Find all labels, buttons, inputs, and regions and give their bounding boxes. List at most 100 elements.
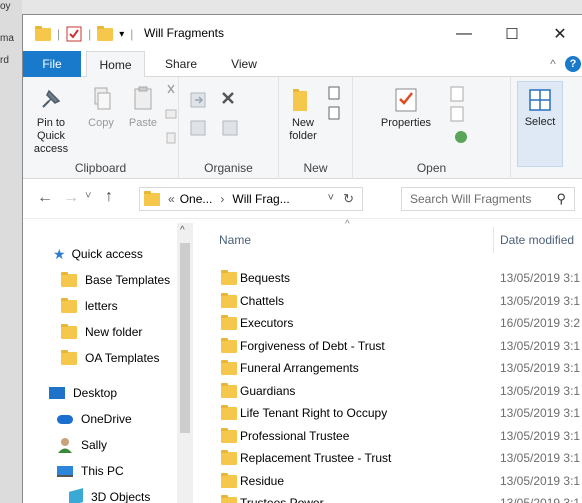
breadcrumb-onedrive[interactable]: One... bbox=[180, 192, 213, 206]
select-button[interactable]: Select bbox=[517, 81, 563, 167]
minimize-button[interactable]: — bbox=[441, 20, 487, 48]
nav-user[interactable]: Sally bbox=[57, 433, 107, 457]
folder-icon bbox=[221, 315, 237, 330]
table-row[interactable]: Life Tenant Right to Occupy 13/05/2019 3:… bbox=[195, 402, 582, 424]
recent-locations-button[interactable]: ˅ bbox=[85, 190, 91, 202]
date-modified: 16/05/2019 3:2 bbox=[500, 316, 581, 330]
nav-item-new-folder[interactable]: New folder bbox=[61, 320, 142, 344]
address-dropdown-icon[interactable]: ˅ bbox=[328, 192, 334, 204]
address-box[interactable]: « One... › Will Frag... ˅ ↻ bbox=[139, 187, 363, 211]
qat-separator: | bbox=[88, 27, 92, 41]
qat-dropdown-icon[interactable]: ▾ bbox=[119, 29, 124, 40]
breadcrumb-will-fragments[interactable]: Will Frag... bbox=[232, 192, 289, 206]
folder-icon bbox=[221, 360, 237, 375]
file-name: Chattels bbox=[240, 293, 285, 308]
up-button[interactable]: ↑ bbox=[105, 188, 113, 206]
folder-icon bbox=[221, 337, 237, 353]
onedrive-cloud-icon bbox=[57, 414, 73, 424]
folder-icon bbox=[221, 495, 237, 503]
ribbon: Pin to Quick access Copy Paste Clipboard… bbox=[23, 77, 582, 179]
new-folder-button[interactable]: New folder bbox=[283, 85, 323, 143]
nav-this-pc[interactable]: This PC bbox=[57, 459, 124, 483]
file-name: Executors bbox=[240, 316, 294, 330]
file-name: Guardians bbox=[240, 383, 296, 398]
scrollbar-thumb[interactable] bbox=[180, 243, 190, 433]
back-button[interactable]: ← bbox=[37, 189, 53, 207]
date-modified: 13/05/2019 3:1 bbox=[500, 451, 581, 465]
date-modified: 13/05/2019 3:1 bbox=[500, 406, 581, 420]
folder-icon bbox=[35, 25, 51, 41]
table-row[interactable]: Trustees Power 13/05/2019 3:1 bbox=[195, 492, 582, 503]
3d-objects-icon bbox=[69, 488, 83, 503]
table-row[interactable]: Bequests 13/05/2019 3:1 bbox=[195, 267, 582, 289]
file-name: Residue bbox=[240, 473, 285, 488]
table-row[interactable]: Guardians 13/05/2019 3:1 bbox=[195, 380, 582, 402]
date-modified: 13/05/2019 3:1 bbox=[500, 383, 581, 398]
new-folder-qat-icon[interactable] bbox=[97, 25, 114, 41]
tab-share[interactable]: Share bbox=[151, 51, 211, 77]
cut-copypath-paste-shortcut-icons[interactable] bbox=[165, 83, 177, 153]
nav-item-oa-templates[interactable]: OA Templates bbox=[61, 346, 159, 370]
file-list: ^ Name Date modified Bequests 13/05/2019 … bbox=[195, 219, 582, 503]
table-row[interactable]: Funeral Arrangements 13/05/2019 3:1 bbox=[195, 357, 582, 379]
scroll-up-icon[interactable]: ^ bbox=[180, 225, 185, 236]
folder-icon bbox=[221, 270, 237, 285]
date-modified: 13/05/2019 3:1 bbox=[500, 473, 581, 488]
refresh-icon[interactable]: ↻ bbox=[343, 191, 354, 207]
file-name: Professional Trustee bbox=[240, 428, 350, 443]
folder-icon bbox=[61, 271, 77, 287]
paste-button[interactable]: Paste bbox=[123, 85, 163, 130]
new-group-label: New bbox=[303, 161, 328, 175]
clipboard-group: Pin to Quick access Copy Paste Clipboard bbox=[23, 77, 179, 179]
sort-ascending-icon: ^ bbox=[345, 219, 350, 230]
maximize-button[interactable]: ☐ bbox=[489, 20, 535, 48]
navigation-pane: ★ Quick access Base Templates letters Ne… bbox=[23, 219, 193, 503]
forward-button[interactable]: → bbox=[63, 189, 79, 207]
table-row[interactable]: Executors 16/05/2019 3:2 bbox=[195, 312, 582, 334]
folder-icon bbox=[61, 323, 77, 339]
tab-file[interactable]: File bbox=[23, 51, 81, 77]
folder-icon bbox=[144, 190, 160, 206]
table-row[interactable]: Professional Trustee 13/05/2019 3:1 bbox=[195, 425, 582, 447]
help-icon[interactable]: ? bbox=[565, 56, 581, 72]
window-title: Will Fragments bbox=[144, 26, 225, 40]
nav-item-letters[interactable]: letters bbox=[61, 294, 118, 318]
nav-desktop[interactable]: Desktop bbox=[49, 381, 117, 405]
table-row[interactable]: Replacement Trustee - Trust 13/05/2019 3:… bbox=[195, 447, 582, 469]
tab-home[interactable]: Home bbox=[86, 51, 145, 78]
table-row[interactable]: Forgiveness of Debt - Trust 13/05/2019 3:… bbox=[195, 335, 582, 357]
organise-icons[interactable] bbox=[189, 89, 269, 145]
nav-quick-access[interactable]: ★ Quick access bbox=[53, 242, 143, 266]
background-text: ma bbox=[0, 33, 14, 44]
background-window-left bbox=[0, 0, 22, 503]
nav-onedrive[interactable]: OneDrive bbox=[57, 407, 132, 431]
open-edit-history-icons[interactable] bbox=[445, 85, 471, 155]
breadcrumb-overflow[interactable]: « bbox=[168, 192, 175, 206]
background-text: oy bbox=[0, 1, 11, 12]
nav-3d-objects[interactable]: 3D Objects bbox=[69, 485, 150, 503]
new-group: New folder New bbox=[279, 77, 353, 179]
copy-icon bbox=[94, 87, 111, 110]
title-bar: | | ▾ | Will Fragments — ☐ ✕ bbox=[23, 15, 582, 51]
properties-check-icon[interactable] bbox=[66, 26, 82, 42]
date-modified: 13/05/2019 3:1 bbox=[500, 338, 581, 353]
copy-button[interactable]: Copy bbox=[81, 85, 121, 130]
file-name: Bequests bbox=[240, 271, 291, 285]
navigation-scrollbar[interactable]: ^ bbox=[177, 223, 193, 503]
search-input[interactable]: Search Will Fragments ⚲ bbox=[401, 187, 575, 211]
table-row[interactable]: Residue 13/05/2019 3:1 bbox=[195, 470, 582, 492]
column-header-date-modified[interactable]: Date modified bbox=[500, 233, 574, 247]
pin-to-quick-access-button[interactable]: Pin to Quick access bbox=[25, 85, 77, 156]
clipboard-group-label: Clipboard bbox=[74, 161, 127, 175]
column-header-name[interactable]: Name bbox=[219, 233, 251, 247]
table-row[interactable]: Chattels 13/05/2019 3:1 bbox=[195, 290, 582, 312]
address-bar-row: ← → ˅ ↑ « One... › Will Frag... ˅ ↻ Sear… bbox=[23, 179, 582, 219]
new-item-icons[interactable] bbox=[325, 85, 347, 125]
collapse-ribbon-icon[interactable]: ^ bbox=[543, 51, 563, 77]
nav-item-base-templates[interactable]: Base Templates bbox=[61, 268, 170, 292]
properties-button[interactable]: Properties bbox=[373, 85, 439, 130]
search-icon[interactable]: ⚲ bbox=[556, 191, 566, 207]
column-divider[interactable] bbox=[493, 227, 494, 253]
tab-view[interactable]: View bbox=[219, 51, 269, 77]
close-button[interactable]: ✕ bbox=[537, 20, 582, 48]
